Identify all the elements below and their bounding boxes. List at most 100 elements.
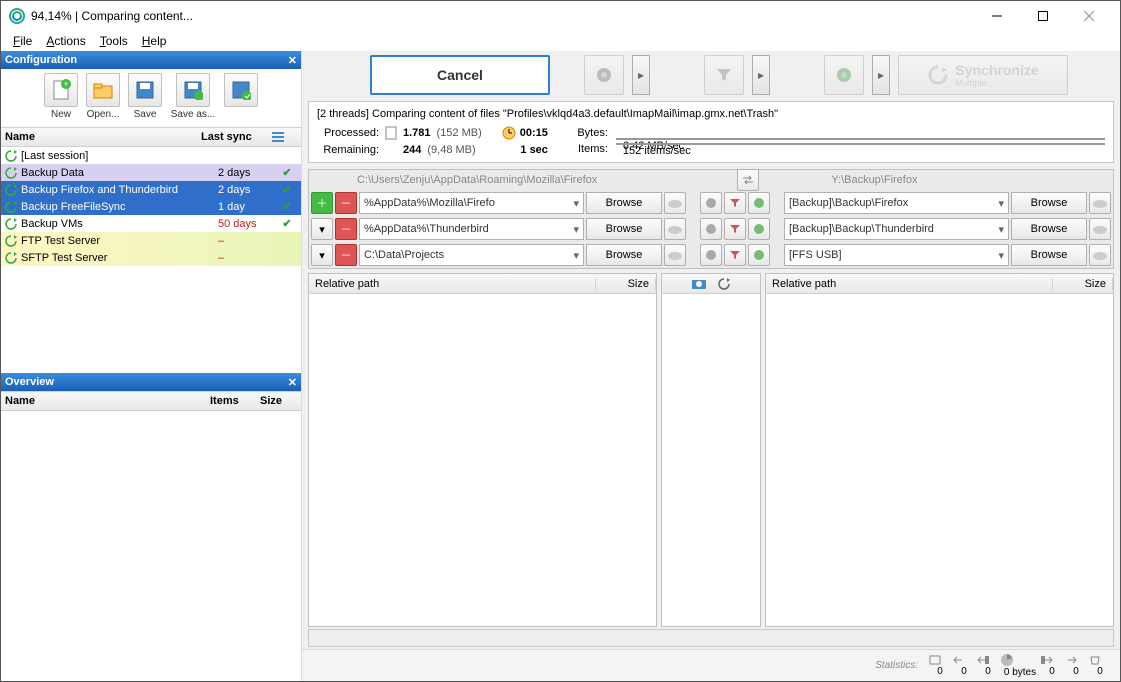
compare-settings-dropdown[interactable]: ▸ (632, 55, 650, 95)
statistics-bar: Statistics: 0 0 0 0 bytes 0 0 0 (302, 649, 1120, 681)
titlebar: 94,14% | Comparing content... (1, 1, 1120, 31)
new-config-button[interactable]: + New (42, 73, 80, 120)
config-list[interactable]: [Last session]Backup Data2 days✔Backup F… (1, 147, 301, 357)
swap-sides-button[interactable] (737, 169, 759, 191)
left-cloud-button[interactable] (664, 218, 686, 240)
left-cloud-button[interactable] (664, 244, 686, 266)
cancel-button[interactable]: Cancel (370, 55, 550, 95)
left-browse-button[interactable]: Browse (586, 218, 662, 240)
right-browse-button[interactable]: Browse (1011, 192, 1087, 214)
pair-menu-button[interactable]: ▾ (311, 244, 333, 266)
config-row[interactable]: Backup VMs50 days✔ (1, 215, 301, 232)
app-icon (9, 8, 25, 24)
right-cloud-button[interactable] (1089, 244, 1111, 266)
minimize-button[interactable] (974, 1, 1020, 31)
sync-settings-button[interactable] (824, 55, 864, 95)
sync-config-icon (3, 183, 19, 197)
sync-config-icon (3, 149, 19, 163)
config-row[interactable]: SFTP Test Server– (1, 249, 301, 266)
left-browse-button[interactable]: Browse (586, 244, 662, 266)
folder-pair-row: ▾－C:\Data\Projects▾Browse[FFS USB]▾Brows… (309, 242, 1113, 268)
config-row[interactable]: Backup Firefox and Thunderbird2 days✔ (1, 181, 301, 198)
left-path-input[interactable]: C:\Data\Projects▾ (359, 244, 584, 266)
overview-header: Name Items Size (1, 391, 301, 411)
pair-compare-settings[interactable] (700, 244, 722, 266)
sync-config-icon (3, 234, 19, 248)
left-path-input[interactable]: %AppData%\Thunderbird▾ (359, 218, 584, 240)
camera-icon[interactable] (691, 278, 707, 290)
overview-panel-header: Overview ✕ (1, 373, 301, 391)
config-panel-close[interactable]: ✕ (288, 54, 297, 67)
right-path-input[interactable]: [Backup]\Backup\Thunderbird▾ (784, 218, 1009, 240)
horizontal-scrollbar[interactable] (308, 629, 1114, 647)
config-row[interactable]: [Last session] (1, 147, 301, 164)
status-box: [2 threads] Comparing content of files "… (308, 101, 1114, 163)
sync-settings-dropdown[interactable]: ▸ (872, 55, 890, 95)
svg-text:+: + (63, 79, 68, 89)
right-browse-button[interactable]: Browse (1011, 218, 1087, 240)
pair-sync-settings[interactable] (748, 244, 770, 266)
pair-menu-button[interactable]: ▾ (311, 218, 333, 240)
pair-filter-button[interactable] (724, 244, 746, 266)
saveas-batch-button[interactable] (222, 73, 260, 109)
remove-pair-button[interactable]: － (335, 218, 357, 240)
remove-pair-button[interactable]: － (335, 244, 357, 266)
right-cloud-button[interactable] (1089, 192, 1111, 214)
stat-icon-1 (928, 654, 942, 666)
menu-file[interactable]: File (7, 32, 38, 50)
left-cloud-button[interactable] (664, 192, 686, 214)
save-config-button[interactable]: Save (126, 73, 164, 120)
synchronize-button[interactable]: SynchronizeMultiple... (898, 55, 1068, 95)
pair-sync-settings[interactable] (748, 192, 770, 214)
stat-icon-3 (976, 654, 990, 666)
pair-filter-button[interactable] (724, 218, 746, 240)
menubar: File Actions Tools Help (1, 31, 1120, 51)
pair-compare-settings[interactable] (700, 192, 722, 214)
left-path-input[interactable]: %AppData%\Mozilla\Firefo▾ (359, 192, 584, 214)
right-grid[interactable]: Relative pathSize (765, 273, 1114, 627)
compare-settings-button[interactable] (584, 55, 624, 95)
config-row[interactable]: FTP Test Server– (1, 232, 301, 249)
saveas-config-button[interactable]: Save as... (168, 73, 218, 120)
menu-help[interactable]: Help (136, 32, 173, 50)
window-title: 94,14% | Comparing content... (31, 9, 974, 23)
stat-icon-6 (1064, 654, 1078, 666)
pair-compare-settings[interactable] (700, 218, 722, 240)
folder-pairs-panel: C:\Users\Zenju\AppData\Roaming\Mozilla\F… (308, 169, 1114, 269)
add-pair-button[interactable]: ＋ (311, 192, 333, 214)
right-cloud-button[interactable] (1089, 218, 1111, 240)
stat-icon-2 (952, 654, 966, 666)
sync-config-icon (3, 166, 19, 180)
status-message: [2 threads] Comparing content of files "… (317, 108, 1105, 120)
clock-icon (502, 126, 516, 140)
left-grid[interactable]: Relative pathSize (308, 273, 657, 627)
config-row[interactable]: Backup FreeFileSync1 day✔ (1, 198, 301, 215)
folder-pair-row: ▾－%AppData%\Thunderbird▾Browse[Backup]\B… (309, 216, 1113, 242)
sync-action-icon[interactable] (717, 277, 731, 291)
menu-tools[interactable]: Tools (94, 32, 134, 50)
menu-actions[interactable]: Actions (40, 32, 91, 50)
open-config-button[interactable]: Open... (84, 73, 122, 120)
filter-dropdown[interactable]: ▸ (752, 55, 770, 95)
pair-filter-button[interactable] (724, 192, 746, 214)
config-row[interactable]: Backup Data2 days✔ (1, 164, 301, 181)
right-browse-button[interactable]: Browse (1011, 244, 1087, 266)
sync-config-icon (3, 251, 19, 265)
close-button[interactable] (1066, 1, 1112, 31)
remove-pair-button[interactable]: － (335, 192, 357, 214)
config-toolbar: + New Open... Save Save as... (1, 69, 301, 127)
config-list-options-icon[interactable] (263, 131, 293, 143)
stat-icon-4 (1000, 653, 1014, 667)
right-path-input[interactable]: [FFS USB]▾ (784, 244, 1009, 266)
folder-pair-row: ＋－%AppData%\Mozilla\Firefo▾Browse[Backup… (309, 190, 1113, 216)
overview-panel-close[interactable]: ✕ (288, 376, 297, 389)
filter-button[interactable] (704, 55, 744, 95)
right-path-input[interactable]: [Backup]\Backup\Firefox▾ (784, 192, 1009, 214)
sync-config-icon (3, 217, 19, 231)
left-browse-button[interactable]: Browse (586, 192, 662, 214)
pair-sync-settings[interactable] (748, 218, 770, 240)
maximize-button[interactable] (1020, 1, 1066, 31)
overview-body (1, 411, 301, 681)
middle-grid[interactable] (661, 273, 761, 627)
file-icon (385, 126, 397, 140)
